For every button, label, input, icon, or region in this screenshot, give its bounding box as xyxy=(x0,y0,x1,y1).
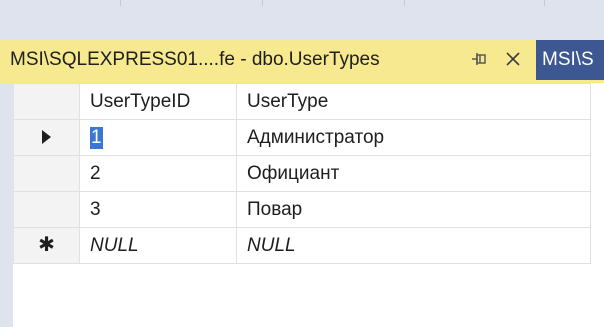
header-row: UserTypeID UserType xyxy=(13,83,591,120)
table-row[interactable]: 2 Официант xyxy=(13,155,591,192)
table-row[interactable]: 3 Повар xyxy=(13,191,591,228)
table-cell[interactable]: 3 xyxy=(79,191,237,228)
selected-cell-value[interactable]: 1 xyxy=(90,126,103,149)
tab-user-types[interactable]: MSI\SQLEXPRESS01....fe - dbo.UserTypes xyxy=(0,40,536,80)
row-selector[interactable] xyxy=(13,191,80,228)
tab-other-document-label: MSI\S xyxy=(542,49,594,70)
table-cell[interactable]: NULL xyxy=(79,227,237,264)
new-row-star-icon: ✱ xyxy=(38,233,55,256)
table-row-new[interactable]: ✱ NULL NULL xyxy=(13,227,591,264)
table-cell[interactable]: 1 xyxy=(79,119,237,156)
table-cell[interactable]: NULL xyxy=(236,227,591,264)
tab-user-types-label: MSI\SQLEXPRESS01....fe - dbo.UserTypes xyxy=(10,49,380,70)
row-selector-header[interactable] xyxy=(13,83,80,120)
close-icon[interactable] xyxy=(503,48,523,70)
row-arrow-icon xyxy=(42,130,51,145)
document-tab-bar: MSI\SQLEXPRESS01....fe - dbo.UserTypes M… xyxy=(0,36,604,80)
column-header-usertype[interactable]: UserType xyxy=(236,83,591,120)
left-margin xyxy=(0,83,13,327)
toolbar-strip xyxy=(0,0,604,36)
table-cell[interactable]: Повар xyxy=(236,191,591,228)
row-selector[interactable] xyxy=(13,155,80,192)
results-grid[interactable]: UserTypeID UserType 1 Администратор 2 Оф… xyxy=(13,83,591,264)
table-cell[interactable]: Администратор xyxy=(236,119,591,156)
table-cell[interactable]: Официант xyxy=(236,155,591,192)
query-editor-window: MSI\SQLEXPRESS01....fe - dbo.UserTypes M… xyxy=(0,0,604,327)
row-selector[interactable] xyxy=(13,119,80,156)
tab-other-document[interactable]: MSI\S xyxy=(536,40,604,80)
table-cell[interactable]: 2 xyxy=(79,155,237,192)
table-row[interactable]: 1 Администратор xyxy=(13,119,591,156)
pin-icon[interactable] xyxy=(470,49,488,69)
column-header-usertypeid[interactable]: UserTypeID xyxy=(79,83,237,120)
row-selector[interactable]: ✱ xyxy=(13,227,80,264)
